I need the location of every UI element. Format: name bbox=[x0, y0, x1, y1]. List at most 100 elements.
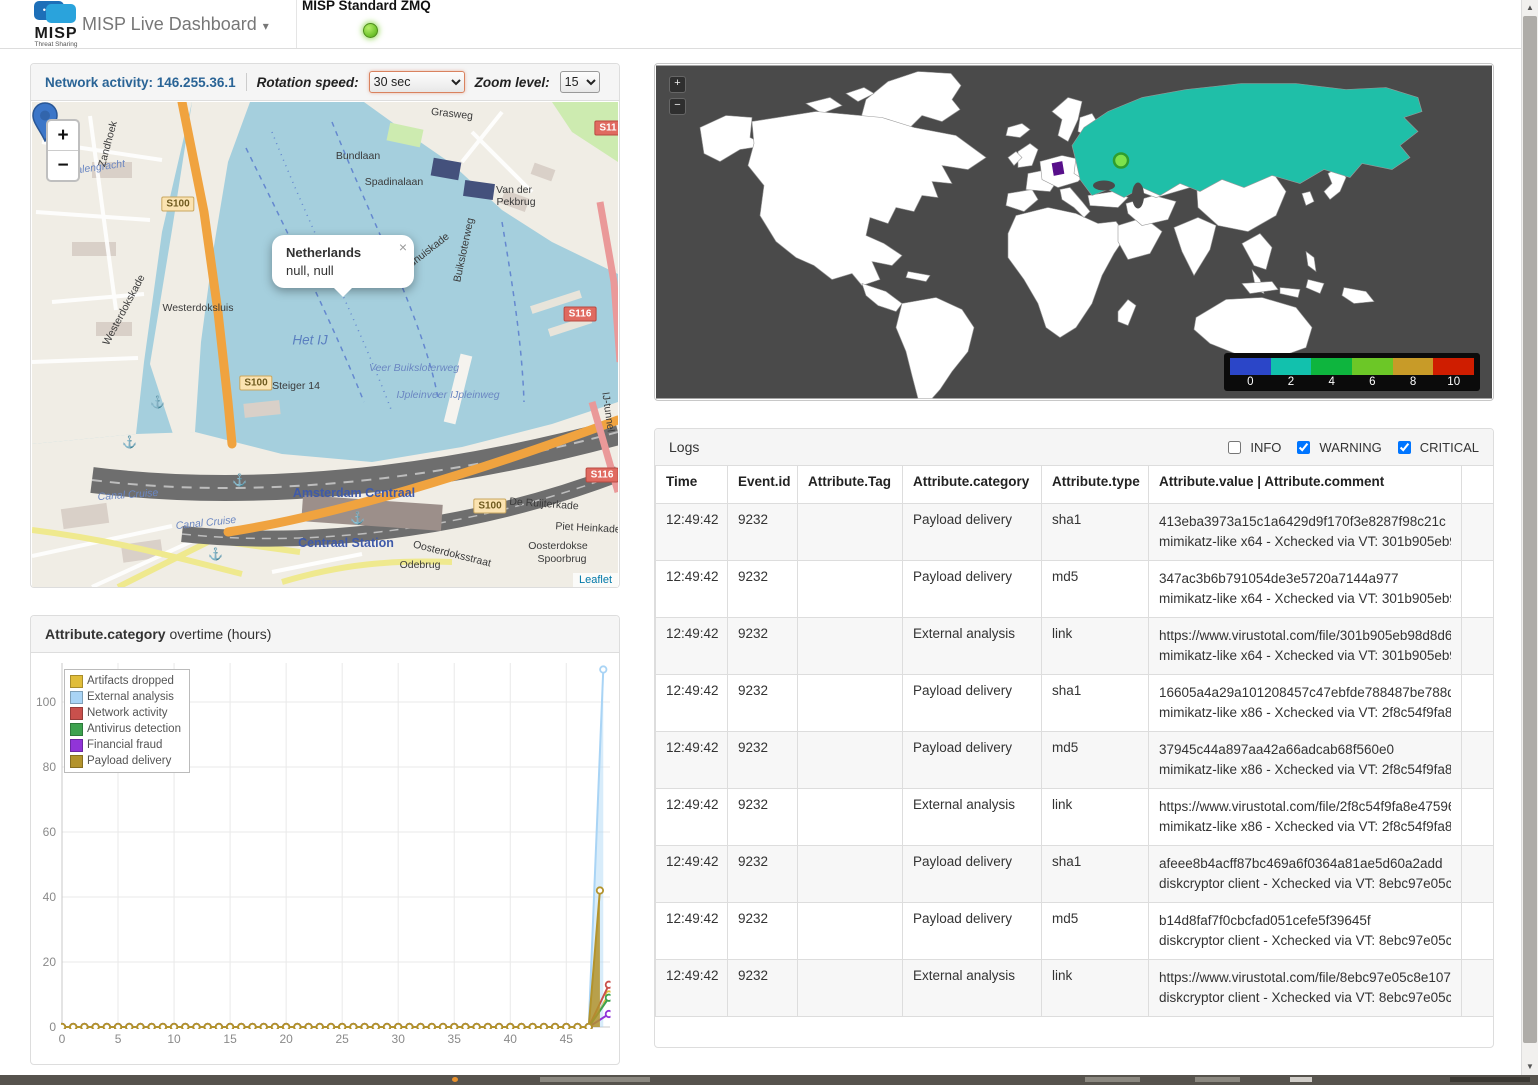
map-popup: × Netherlands null, null bbox=[272, 235, 414, 288]
log-tag bbox=[798, 504, 903, 561]
col-time: Time bbox=[656, 466, 728, 504]
log-category: Payload delivery bbox=[903, 903, 1042, 960]
svg-text:5: 5 bbox=[115, 1032, 122, 1046]
log-value-comment: 37945c44a897aa42a66adcab68f560e0mimikatz… bbox=[1149, 732, 1462, 789]
log-type: md5 bbox=[1042, 903, 1149, 960]
network-activity-panel: Network activity: 146.255.36.1 Rotation … bbox=[30, 63, 620, 588]
log-row[interactable]: 12:49:429232Payload deliverysha1413eba39… bbox=[656, 504, 1494, 561]
log-event-id: 9232 bbox=[728, 618, 798, 675]
critical-checkbox[interactable] bbox=[1398, 441, 1411, 454]
log-empty-cell bbox=[1462, 675, 1494, 732]
worldmap-zoom-in-button[interactable]: + bbox=[669, 76, 686, 93]
log-empty-cell bbox=[1462, 960, 1494, 1017]
logs-title: Logs bbox=[669, 429, 699, 466]
scroll-up-arrow[interactable]: ▲ bbox=[1522, 0, 1538, 16]
zoom-level-select[interactable]: 15 bbox=[560, 71, 600, 93]
log-event-id: 9232 bbox=[728, 561, 798, 618]
legend-label: Payload delivery bbox=[87, 755, 171, 767]
log-time: 12:49:42 bbox=[656, 504, 728, 561]
legend-tick: 0 bbox=[1230, 375, 1271, 388]
caspian-sea bbox=[1132, 183, 1144, 209]
log-category: Payload delivery bbox=[903, 846, 1042, 903]
log-category: Payload delivery bbox=[903, 561, 1042, 618]
log-empty-cell bbox=[1462, 732, 1494, 789]
log-time: 12:49:42 bbox=[656, 618, 728, 675]
legend-label: External analysis bbox=[87, 691, 174, 703]
chart-title-rest: overtime (hours) bbox=[166, 626, 272, 642]
log-time: 12:49:42 bbox=[656, 903, 728, 960]
log-time: 12:49:42 bbox=[656, 789, 728, 846]
log-row[interactable]: 12:49:429232Payload deliverymd537945c44a… bbox=[656, 732, 1494, 789]
log-event-id: 9232 bbox=[728, 846, 798, 903]
svg-text:25: 25 bbox=[335, 1032, 349, 1046]
info-label: INFO bbox=[1250, 429, 1281, 466]
warning-label: WARNING bbox=[1319, 429, 1381, 466]
taskbar-item bbox=[1290, 1077, 1312, 1082]
taskbar-item bbox=[1195, 1077, 1240, 1082]
log-event-id: 9232 bbox=[728, 789, 798, 846]
navbar: ••• MISP Threat Sharing MISP Live Dashbo… bbox=[0, 0, 1538, 49]
svg-text:80: 80 bbox=[43, 760, 57, 774]
map-zoom-out-button[interactable]: − bbox=[48, 151, 78, 180]
worldmap-zoom-out-button[interactable]: − bbox=[669, 98, 686, 115]
col-empty bbox=[1462, 466, 1494, 504]
leaflet-map[interactable]: ⚓⚓ ⚓⚓⚓ RealengrachtZandhoekS100GraswegBu… bbox=[32, 102, 618, 587]
header-divider bbox=[246, 73, 247, 91]
scrollbar-thumb[interactable] bbox=[1523, 16, 1537, 1043]
svg-text:35: 35 bbox=[448, 1032, 462, 1046]
scroll-down-arrow[interactable]: ▼ bbox=[1522, 1059, 1538, 1075]
logs-header-row: Time Event.id Attribute.Tag Attribute.ca… bbox=[656, 466, 1494, 504]
network-activity-title[interactable]: Network activity: 146.255.36.1 bbox=[45, 64, 236, 101]
log-type: link bbox=[1042, 618, 1149, 675]
log-event-id: 9232 bbox=[728, 732, 798, 789]
log-event-id: 9232 bbox=[728, 903, 798, 960]
log-empty-cell bbox=[1462, 903, 1494, 960]
taskbar-item bbox=[1450, 1077, 1530, 1082]
log-value-comment: b14d8faf7f0cbcfad051cefe5f39645fdiskcryp… bbox=[1149, 903, 1462, 960]
app-title-dropdown[interactable]: MISP Live Dashboard▾ bbox=[82, 0, 269, 48]
log-row[interactable]: 12:49:429232External analysislinkhttps:/… bbox=[656, 960, 1494, 1017]
log-value-comment: https://www.virustotal.com/file/2f8c54f9… bbox=[1149, 789, 1462, 846]
legend-swatch bbox=[70, 707, 83, 720]
rotation-speed-label: Rotation speed: bbox=[257, 64, 359, 101]
log-value-comment: https://www.virustotal.com/file/8ebc97e0… bbox=[1149, 960, 1462, 1017]
netherlands-shape bbox=[1052, 162, 1064, 176]
warning-checkbox[interactable] bbox=[1297, 441, 1310, 454]
log-category: Payload delivery bbox=[903, 504, 1042, 561]
log-row[interactable]: 12:49:429232External analysislinkhttps:/… bbox=[656, 789, 1494, 846]
close-icon[interactable]: × bbox=[399, 239, 407, 255]
popup-coordinates: null, null bbox=[286, 263, 400, 278]
log-tag bbox=[798, 846, 903, 903]
world-map[interactable]: + − 0246810 bbox=[656, 65, 1492, 399]
svg-text:45: 45 bbox=[560, 1032, 574, 1046]
info-checkbox[interactable] bbox=[1228, 441, 1241, 454]
page-scrollbar[interactable]: ▲ ▼ bbox=[1521, 0, 1538, 1075]
log-tag bbox=[798, 675, 903, 732]
legend-label: Network activity bbox=[87, 707, 168, 719]
log-time: 12:49:42 bbox=[656, 675, 728, 732]
log-time: 12:49:42 bbox=[656, 561, 728, 618]
log-row[interactable]: 12:49:429232External analysislinkhttps:/… bbox=[656, 618, 1494, 675]
log-category: Payload delivery bbox=[903, 732, 1042, 789]
log-row[interactable]: 12:49:429232Payload deliverysha1afeee8b4… bbox=[656, 846, 1494, 903]
svg-text:0: 0 bbox=[59, 1032, 66, 1046]
svg-text:⚓: ⚓ bbox=[350, 511, 365, 525]
legend-color-cell bbox=[1352, 358, 1393, 375]
misp-logo[interactable]: ••• MISP Threat Sharing bbox=[25, 1, 87, 48]
log-type: md5 bbox=[1042, 561, 1149, 618]
log-row[interactable]: 12:49:429232Payload deliverysha116605a4a… bbox=[656, 675, 1494, 732]
zmq-title: MISP Standard ZMQ bbox=[302, 0, 431, 13]
svg-text:60: 60 bbox=[43, 825, 57, 839]
legend-tick: 2 bbox=[1271, 375, 1312, 388]
leaflet-attribution[interactable]: Leaflet bbox=[573, 573, 618, 587]
log-tag bbox=[798, 960, 903, 1017]
log-row[interactable]: 12:49:429232Payload deliverymd5347ac3b6b… bbox=[656, 561, 1494, 618]
rotation-speed-select[interactable]: 30 sec bbox=[369, 71, 465, 93]
zmq-status-dot bbox=[363, 23, 378, 38]
map-zoom-in-button[interactable]: + bbox=[48, 121, 78, 151]
log-category: External analysis bbox=[903, 960, 1042, 1017]
legend-swatch bbox=[70, 675, 83, 688]
log-row[interactable]: 12:49:429232 Payload deliverymd5b14d8faf7… bbox=[656, 903, 1494, 960]
network-panel-header: Network activity: 146.255.36.1 Rotation … bbox=[31, 64, 619, 101]
log-value-comment: 16605a4a29a101208457c47ebfde788487be788d… bbox=[1149, 675, 1462, 732]
